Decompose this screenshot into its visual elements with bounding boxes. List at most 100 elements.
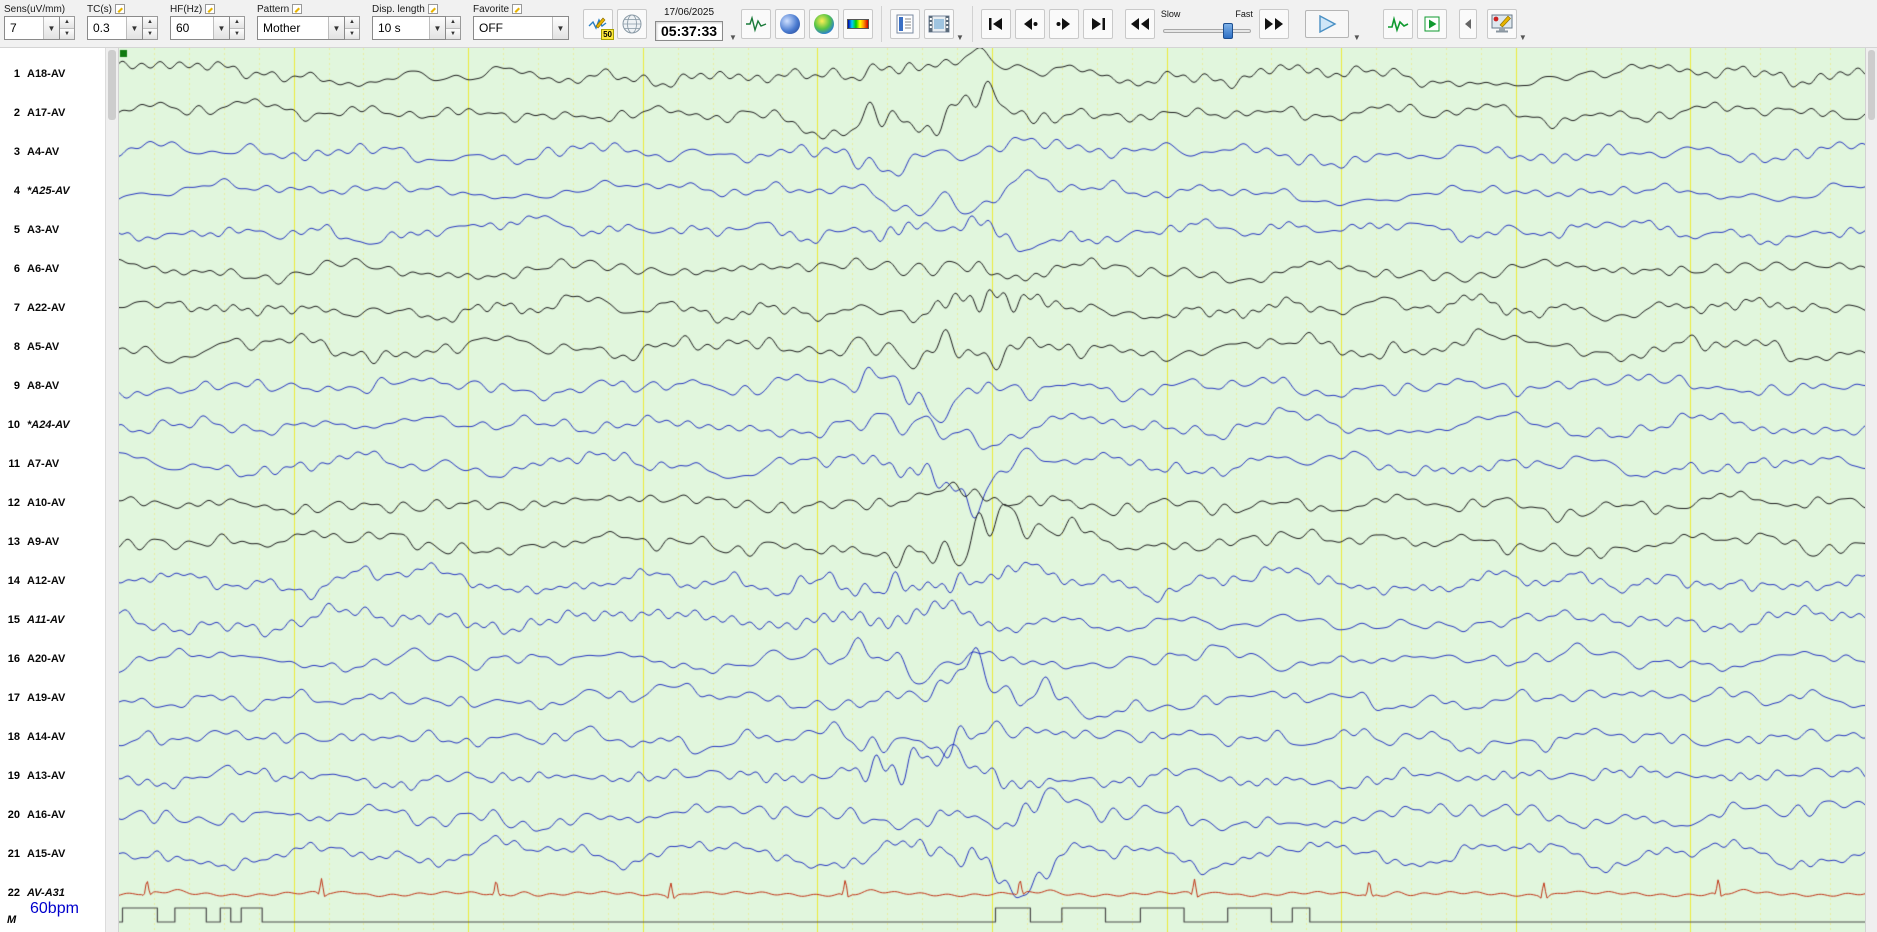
left-scrollbar[interactable] xyxy=(105,48,119,932)
datetime-display: 17/06/2025 05:37:33 xyxy=(655,7,724,41)
globe-icon xyxy=(622,14,642,34)
channel-label[interactable]: A10-AV xyxy=(27,497,65,509)
channel-row: 2 A17-AV xyxy=(0,105,105,121)
display-length-select[interactable]: 10 s ▼ xyxy=(372,16,446,40)
report-panel-button[interactable] xyxy=(889,9,920,39)
channel-number: 18 xyxy=(7,731,20,743)
montage-map-button[interactable] xyxy=(617,9,647,39)
channel-label[interactable]: A14-AV xyxy=(27,731,65,743)
channel-label[interactable]: A12-AV xyxy=(27,575,65,587)
channel-label[interactable]: *A24-AV xyxy=(27,419,70,431)
edit-icon[interactable] xyxy=(292,4,303,14)
channel-label[interactable]: A4-AV xyxy=(27,146,59,158)
time-options-arrow[interactable]: ▼ xyxy=(729,33,737,42)
channel-label[interactable]: A6-AV xyxy=(27,263,59,275)
channel-row: 18 A14-AV xyxy=(0,729,105,745)
chevron-down-icon[interactable]: ▼ xyxy=(126,17,142,39)
speed-slider-track[interactable] xyxy=(1161,22,1253,40)
channel-label[interactable]: A17-AV xyxy=(27,107,65,119)
chevron-down-icon[interactable]: ▼ xyxy=(43,17,59,39)
fast-forward-button[interactable] xyxy=(1258,9,1289,39)
channel-label[interactable]: A18-AV xyxy=(27,68,65,80)
channel-label[interactable]: A13-AV xyxy=(27,770,65,782)
channel-row: 12 A10-AV xyxy=(0,495,105,511)
pattern-stepper[interactable]: ▲ ▼ xyxy=(345,16,360,40)
speed-slider-thumb[interactable] xyxy=(1223,22,1234,39)
channel-row: 19 A13-AV xyxy=(0,768,105,784)
chevron-down-icon[interactable]: ▼ xyxy=(328,17,344,39)
channel-label[interactable]: A3-AV xyxy=(27,224,59,236)
rewind-button[interactable] xyxy=(1124,9,1155,39)
colormap-button[interactable] xyxy=(842,9,873,39)
sensitivity-control: Sens(uV/mm) 7 ▼ ▲ ▼ xyxy=(4,2,75,40)
channel-label[interactable]: A16-AV xyxy=(27,809,65,821)
edit-icon[interactable] xyxy=(512,4,523,14)
notch-badge: 50 xyxy=(601,29,614,40)
edit-icon[interactable] xyxy=(427,4,438,14)
sensitivity-stepper[interactable]: ▲ ▼ xyxy=(60,16,75,40)
collapse-panel-button[interactable] xyxy=(1458,9,1477,39)
video-options-arrow[interactable]: ▼ xyxy=(956,33,964,42)
channel-number: 21 xyxy=(7,848,20,860)
left-scrollbar-thumb[interactable] xyxy=(108,50,116,120)
channel-number: 20 xyxy=(7,809,20,821)
settings-options-arrow[interactable]: ▼ xyxy=(1519,33,1527,42)
channel-label[interactable]: A8-AV xyxy=(27,380,59,392)
right-scrollbar-thumb[interactable] xyxy=(1868,50,1875,120)
green-trace-icon xyxy=(1387,15,1409,33)
video-button[interactable] xyxy=(923,9,954,39)
speed-slider: Slow Fast xyxy=(1161,9,1253,40)
channel-label[interactable]: A22-AV xyxy=(27,302,65,314)
channel-row: 10 *A24-AV xyxy=(0,417,105,433)
play-button[interactable] xyxy=(1304,10,1349,38)
channel-row: 13 A9-AV xyxy=(0,534,105,550)
pattern-select[interactable]: Mother ▼ xyxy=(257,16,345,40)
tc-stepper[interactable]: ▲ ▼ xyxy=(143,16,158,40)
edit-icon[interactable] xyxy=(205,4,216,14)
time-text: 05:37:33 xyxy=(655,21,724,41)
goto-end-button[interactable] xyxy=(1082,9,1113,39)
pattern-control: Pattern Mother ▼ ▲ ▼ xyxy=(257,2,360,40)
brain-map-color-icon xyxy=(813,14,834,34)
channel-label[interactable]: A7-AV xyxy=(27,458,59,470)
brain-map-button[interactable] xyxy=(774,9,805,39)
tc-select[interactable]: 0.3 ▼ xyxy=(87,16,143,40)
chevron-down-icon[interactable]: ▼ xyxy=(552,17,568,39)
channel-number: 5 xyxy=(13,224,20,236)
hf-select[interactable]: 60 ▼ xyxy=(170,16,230,40)
tc-control: TC(s) 0.3 ▼ ▲ ▼ xyxy=(87,2,158,40)
green-trace-button[interactable] xyxy=(1382,9,1413,39)
channel-label[interactable]: *A25-AV xyxy=(27,185,70,197)
channel-row: 1 A18-AV xyxy=(0,66,105,82)
channel-number: 6 xyxy=(13,263,20,275)
trace-view-button[interactable] xyxy=(740,9,771,39)
play-options-arrow[interactable]: ▼ xyxy=(1353,33,1361,42)
step-back-button[interactable] xyxy=(1014,9,1045,39)
display-length-stepper[interactable]: ▲ ▼ xyxy=(446,16,461,40)
channel-label[interactable]: A11-AV xyxy=(27,614,65,626)
brain-map-color-button[interactable] xyxy=(808,9,839,39)
marker-channel-label: M xyxy=(7,914,17,926)
channel-label[interactable]: A19-AV xyxy=(27,692,65,704)
eeg-display-area: 60bpm M 1 A18-AV 2 A17-AV 3 A4-AV 4 *A25-AV 5 A3-… xyxy=(0,48,1877,932)
waveform-canvas[interactable] xyxy=(119,48,1865,932)
green-play-icon xyxy=(1424,16,1440,32)
chevron-down-icon[interactable]: ▼ xyxy=(213,17,229,39)
edit-icon[interactable] xyxy=(115,4,125,14)
hf-stepper[interactable]: ▲ ▼ xyxy=(230,16,245,40)
channel-label[interactable]: A20-AV xyxy=(27,653,65,665)
settings-monitor-button[interactable] xyxy=(1486,9,1517,39)
goto-start-button[interactable] xyxy=(980,9,1011,39)
channel-label[interactable]: A9-AV xyxy=(27,536,59,548)
step-forward-button[interactable] xyxy=(1048,9,1079,39)
sensitivity-select[interactable]: 7 ▼ xyxy=(4,16,60,40)
notch-filter-button[interactable]: 50 xyxy=(583,9,614,40)
green-play-button[interactable] xyxy=(1416,9,1447,39)
favorite-select[interactable]: OFF ▼ xyxy=(473,16,569,40)
chevron-down-icon[interactable]: ▼ xyxy=(429,17,445,39)
right-scrollbar[interactable] xyxy=(1865,48,1877,932)
channel-label[interactable]: A15-AV xyxy=(27,848,65,860)
channel-number: 16 xyxy=(7,653,20,665)
channel-label[interactable]: AV-A31 xyxy=(27,887,65,899)
channel-label[interactable]: A5-AV xyxy=(27,341,59,353)
